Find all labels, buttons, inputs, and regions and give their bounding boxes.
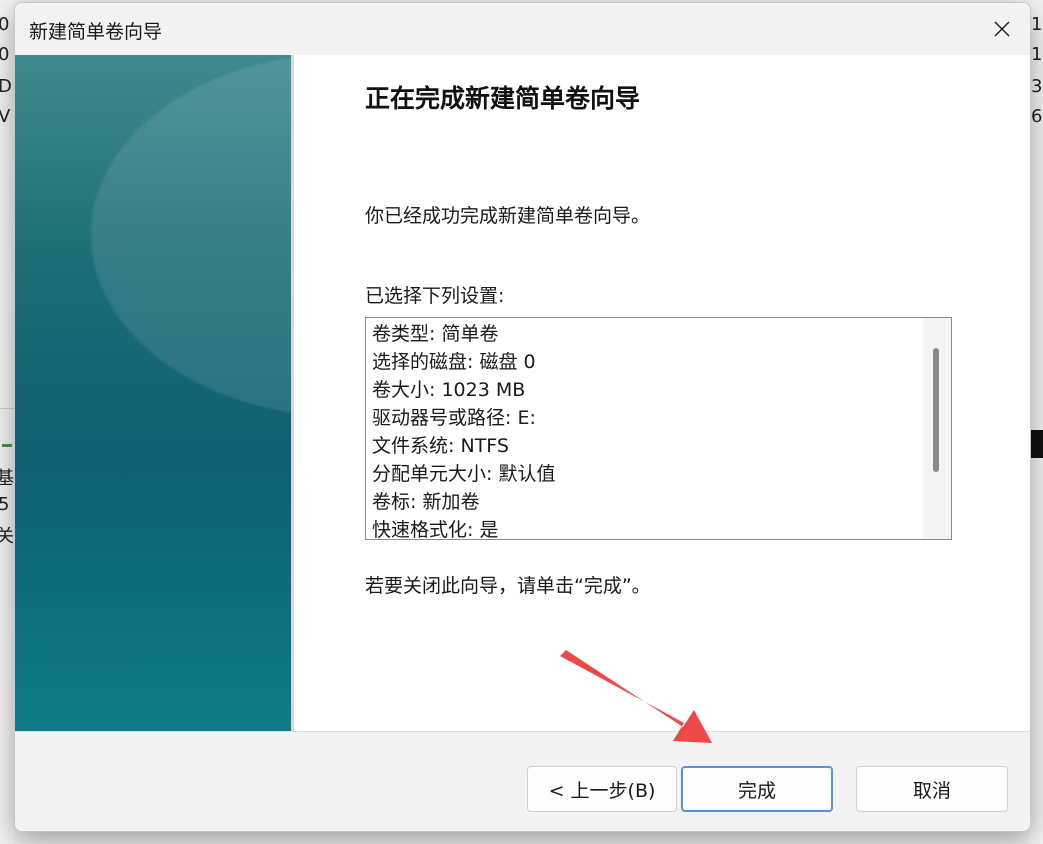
setting-drive-letter: 驱动器号或路径: E: bbox=[372, 407, 536, 429]
setting-file-system: 文件系统: NTFS bbox=[372, 435, 509, 457]
wizard-content: 正在完成新建简单卷向导 你已经成功完成新建简单卷向导。 已选择下列设置: 卷类型… bbox=[15, 55, 1030, 731]
background-dark-block bbox=[1029, 430, 1043, 458]
banner-divider bbox=[291, 55, 294, 731]
back-button[interactable]: < 上一步(B) bbox=[527, 766, 677, 812]
cancel-button[interactable]: 取消 bbox=[856, 766, 1008, 812]
page-heading: 正在完成新建简单卷向导 bbox=[365, 84, 641, 113]
background-disk-bar bbox=[2, 444, 12, 447]
setting-allocation-unit: 分配单元大小: 默认值 bbox=[372, 463, 556, 485]
background-fragment: 1 bbox=[1031, 44, 1043, 65]
setting-quick-format: 快速格式化: 是 bbox=[372, 519, 499, 540]
scrollbar-thumb[interactable] bbox=[933, 348, 939, 472]
background-fragment: 5 bbox=[0, 494, 10, 515]
closing-instruction: 若要关闭此向导，请单击“完成”。 bbox=[365, 575, 651, 597]
setting-volume-label: 卷标: 新加卷 bbox=[372, 491, 480, 513]
close-button[interactable] bbox=[974, 3, 1030, 55]
button-bar: < 上一步(B) 完成 取消 bbox=[15, 731, 1030, 831]
settings-summary-box[interactable]: 卷类型: 简单卷 选择的磁盘: 磁盘 0 卷大小: 1023 MB 驱动器号或路… bbox=[365, 317, 952, 540]
setting-volume-size: 卷大小: 1023 MB bbox=[372, 379, 526, 401]
close-icon bbox=[994, 21, 1010, 37]
background-fragment: 6 bbox=[1031, 106, 1043, 127]
vertical-scrollbar[interactable] bbox=[923, 318, 951, 539]
wizard-banner-image bbox=[15, 55, 291, 731]
success-message: 你已经成功完成新建简单卷向导。 bbox=[365, 205, 651, 227]
background-divider bbox=[0, 408, 14, 409]
new-simple-volume-wizard-dialog: 新建简单卷向导 正在完成新建简单卷向导 你已经成功完成新建简单卷向导。 已选择下… bbox=[14, 2, 1031, 832]
background-fragment: D bbox=[0, 76, 12, 97]
background-fragment: 关 bbox=[0, 526, 14, 547]
settings-list: 卷类型: 简单卷 选择的磁盘: 磁盘 0 卷大小: 1023 MB 驱动器号或路… bbox=[372, 320, 556, 540]
title-bar: 新建简单卷向导 bbox=[15, 3, 1030, 55]
background-fragment: 1 bbox=[1031, 14, 1043, 35]
background-fragment: 基 bbox=[0, 468, 14, 489]
setting-volume-type: 卷类型: 简单卷 bbox=[372, 323, 499, 345]
setting-disk: 选择的磁盘: 磁盘 0 bbox=[372, 351, 536, 373]
finish-button[interactable]: 完成 bbox=[681, 766, 833, 812]
background-fragment: V bbox=[0, 106, 11, 127]
background-fragment: 3 bbox=[1031, 76, 1043, 97]
selected-settings-label: 已选择下列设置: bbox=[365, 285, 505, 307]
dialog-title: 新建简单卷向导 bbox=[29, 21, 163, 43]
